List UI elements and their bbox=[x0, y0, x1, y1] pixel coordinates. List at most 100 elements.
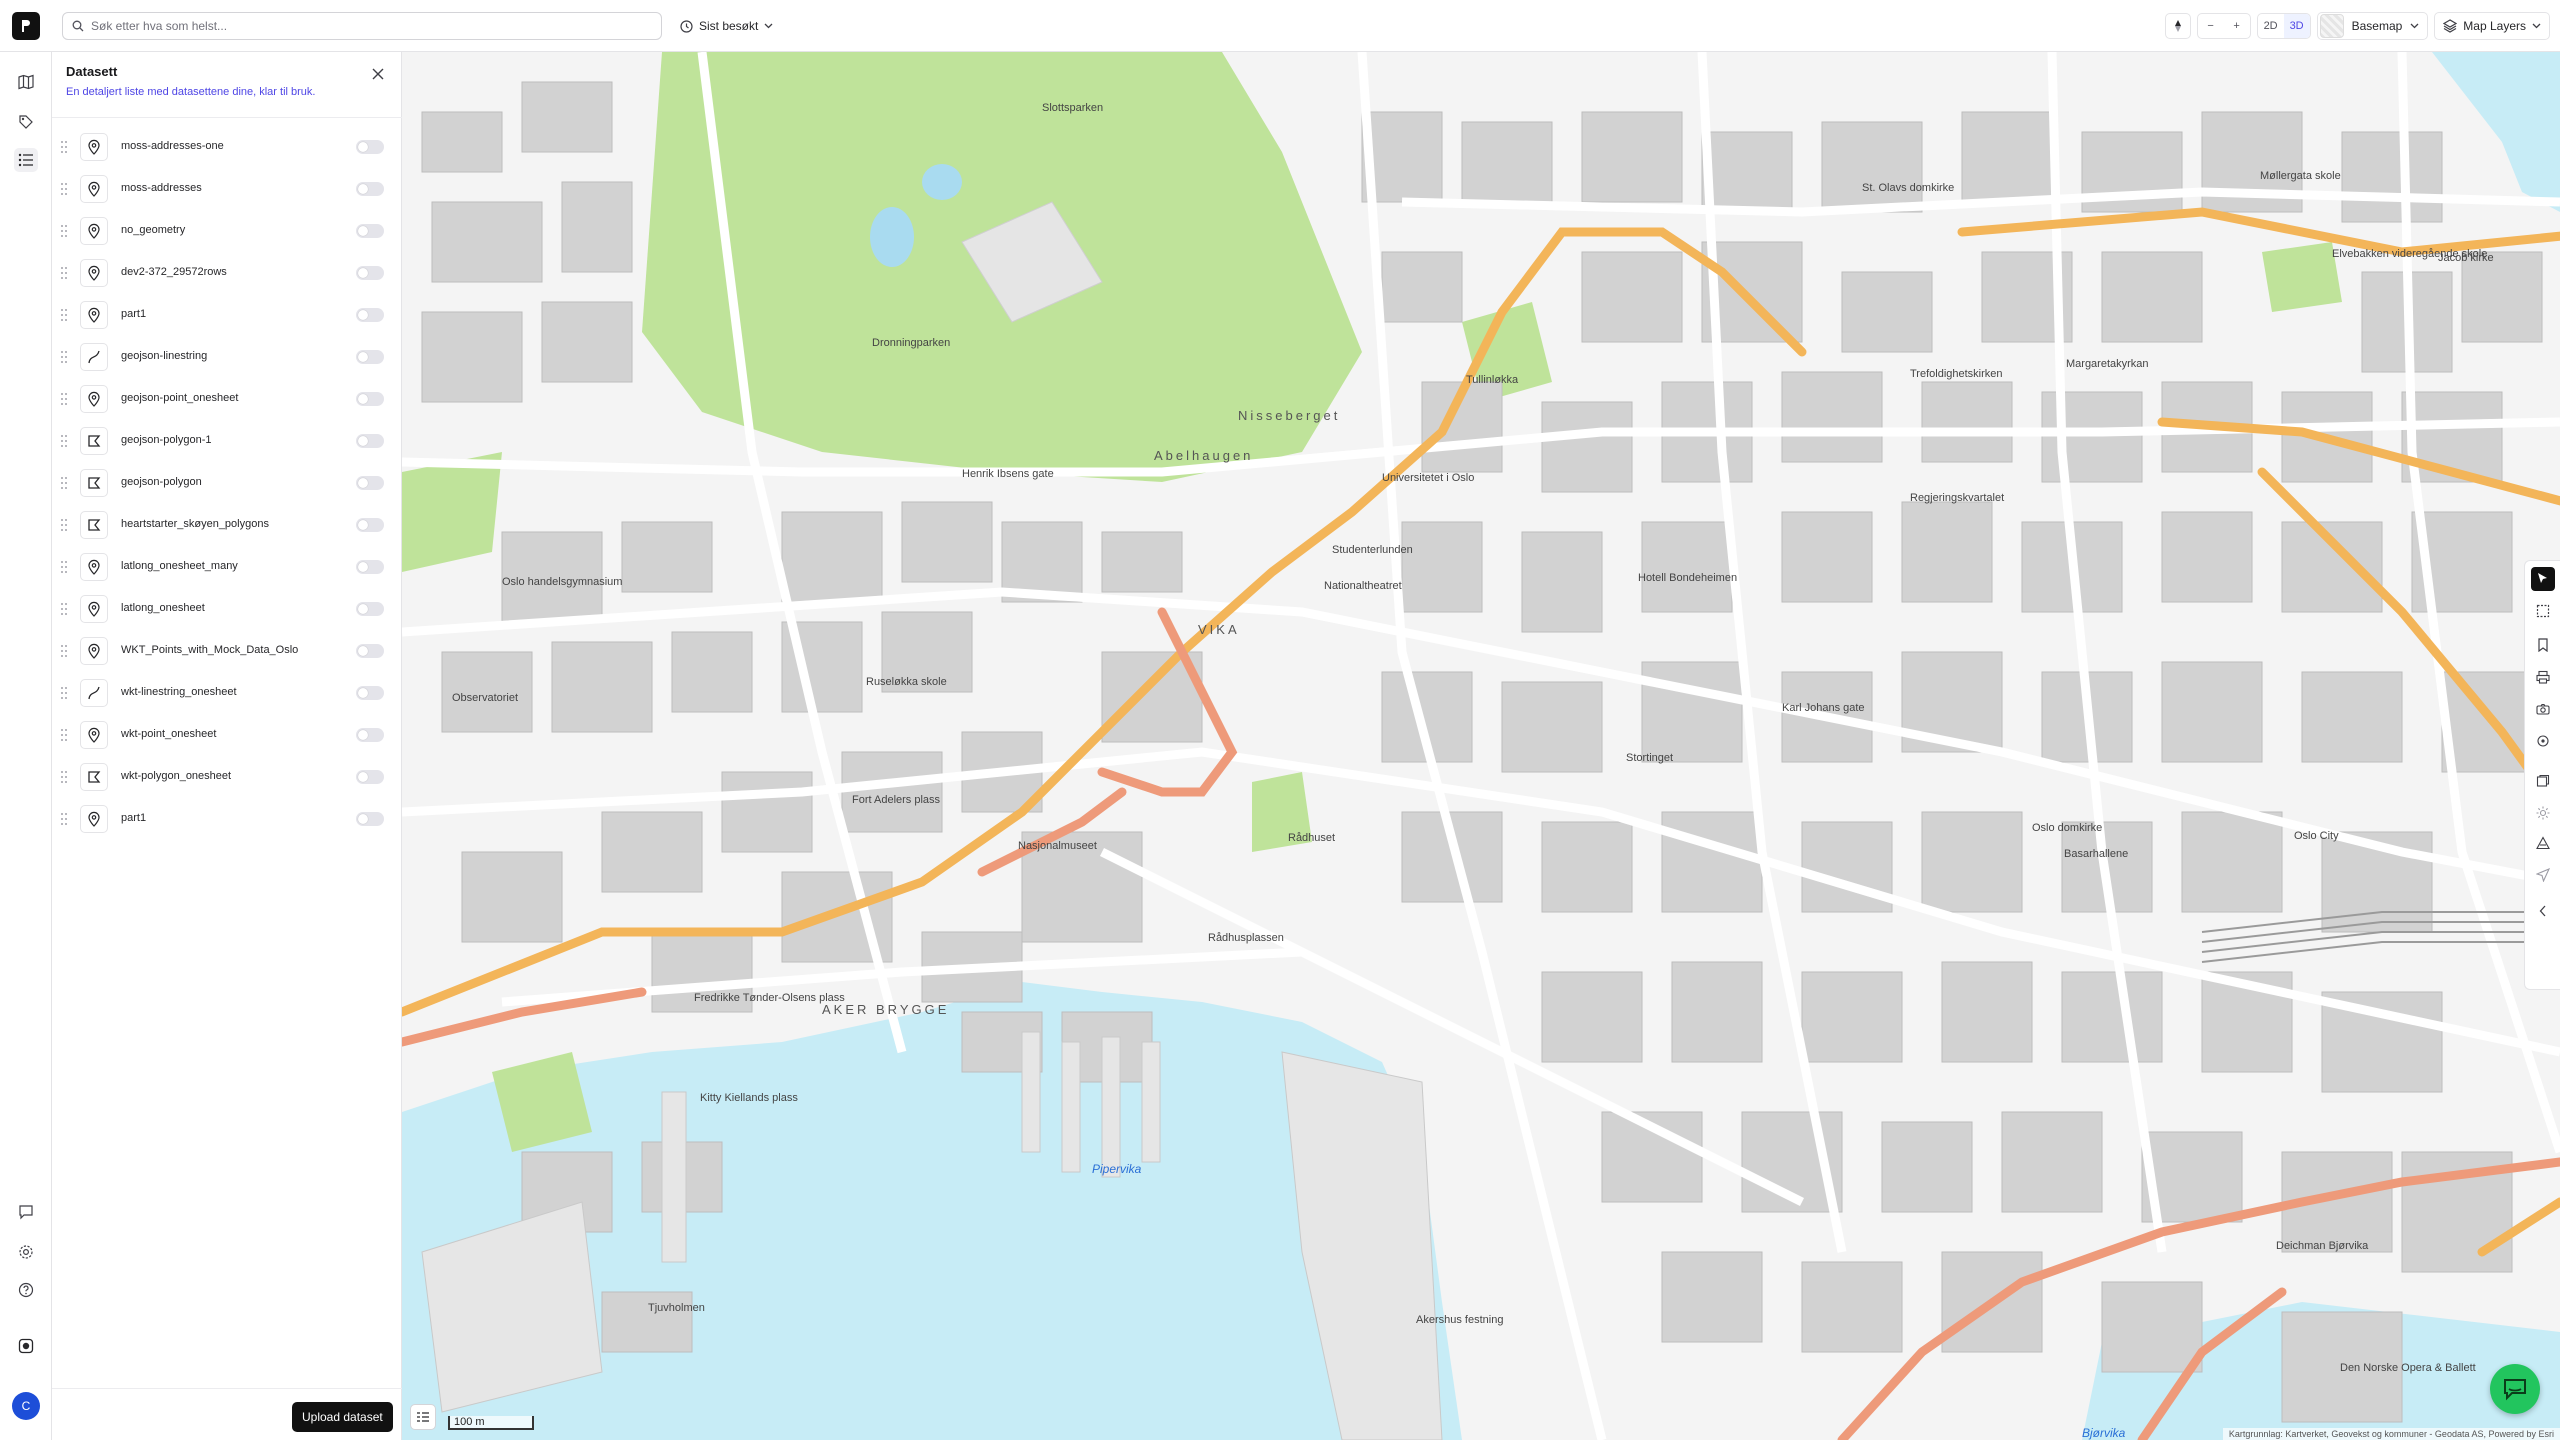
upload-dataset-button[interactable]: Upload dataset bbox=[292, 1402, 393, 1432]
basemap-dropdown[interactable]: Basemap bbox=[2316, 12, 2429, 40]
drag-handle-icon[interactable] bbox=[60, 728, 68, 742]
user-avatar[interactable]: C bbox=[12, 1392, 40, 1420]
map-layers-dropdown[interactable]: Map Layers bbox=[2434, 12, 2550, 40]
navigate-tool[interactable] bbox=[2531, 863, 2555, 887]
dataset-visibility-toggle[interactable] bbox=[356, 140, 384, 154]
chevron-down-icon bbox=[2410, 23, 2419, 29]
mode-2d-button[interactable]: 2D bbox=[2258, 14, 2284, 38]
map-label: Oslo handelsgymnasium bbox=[502, 576, 623, 588]
dataset-visibility-toggle[interactable] bbox=[356, 224, 384, 238]
drag-handle-icon[interactable] bbox=[60, 308, 68, 322]
print-tool[interactable] bbox=[2531, 665, 2555, 689]
dataset-row[interactable]: geojson-polygon bbox=[52, 462, 402, 504]
print-icon bbox=[2536, 670, 2550, 684]
dataset-row[interactable]: part1 bbox=[52, 798, 402, 840]
dataset-row[interactable]: latlong_onesheet bbox=[52, 588, 402, 630]
rail-datasets-button[interactable] bbox=[14, 148, 38, 172]
drag-handle-icon[interactable] bbox=[60, 224, 68, 238]
dataset-visibility-toggle[interactable] bbox=[356, 770, 384, 784]
rail-chat-button[interactable] bbox=[14, 1200, 38, 1224]
drag-handle-icon[interactable] bbox=[60, 770, 68, 784]
drag-handle-icon[interactable] bbox=[60, 560, 68, 574]
dataset-visibility-toggle[interactable] bbox=[356, 434, 384, 448]
dataset-row[interactable]: geojson-polygon-1 bbox=[52, 420, 402, 462]
drag-handle-icon[interactable] bbox=[60, 518, 68, 532]
dataset-visibility-toggle[interactable] bbox=[356, 392, 384, 406]
dataset-row[interactable]: moss-addresses bbox=[52, 168, 402, 210]
drag-handle-icon[interactable] bbox=[60, 266, 68, 280]
list-icon bbox=[18, 153, 33, 167]
drag-handle-icon[interactable] bbox=[60, 350, 68, 364]
bookmark-tool[interactable] bbox=[2531, 633, 2555, 657]
drag-handle-icon[interactable] bbox=[60, 476, 68, 490]
app-logo[interactable] bbox=[12, 12, 40, 40]
measure-tool[interactable] bbox=[2531, 831, 2555, 855]
dataset-visibility-toggle[interactable] bbox=[356, 518, 384, 532]
map-label: Margaretakyrkan bbox=[2066, 358, 2149, 370]
dataset-visibility-toggle[interactable] bbox=[356, 476, 384, 490]
drag-handle-icon[interactable] bbox=[60, 392, 68, 406]
dataset-row[interactable]: latlong_onesheet_many bbox=[52, 546, 402, 588]
dataset-row[interactable]: heartstarter_skøyen_polygons bbox=[52, 504, 402, 546]
rail-tags-button[interactable] bbox=[14, 110, 38, 134]
dataset-row[interactable]: wkt-linestring_onesheet bbox=[52, 672, 402, 714]
map-label: Basarhallene bbox=[2064, 848, 2129, 860]
dataset-name: latlong_onesheet_many bbox=[121, 560, 238, 572]
layer-info-tool[interactable] bbox=[2531, 769, 2555, 793]
rail-map-button[interactable] bbox=[14, 70, 38, 94]
dataset-visibility-toggle[interactable] bbox=[356, 350, 384, 364]
drag-handle-icon[interactable] bbox=[60, 434, 68, 448]
dataset-name: geojson-linestring bbox=[121, 350, 208, 362]
zoom-in-button[interactable]: + bbox=[2224, 14, 2250, 38]
map-view[interactable]: Slottsparken Dronningparken Nisseberget … bbox=[402, 52, 2560, 1440]
search-input[interactable] bbox=[91, 16, 651, 36]
map-label: Dronningparken bbox=[872, 337, 951, 349]
box-select-tool[interactable] bbox=[2531, 599, 2555, 623]
legend-button[interactable] bbox=[410, 1404, 436, 1430]
dataset-row[interactable]: wkt-point_onesheet bbox=[52, 714, 402, 756]
select-tool[interactable] bbox=[2531, 567, 2555, 591]
drag-handle-icon[interactable] bbox=[60, 812, 68, 826]
dataset-visibility-toggle[interactable] bbox=[356, 812, 384, 826]
point-icon bbox=[80, 595, 108, 623]
mode-3d-button[interactable]: 3D bbox=[2283, 14, 2310, 38]
search-box[interactable] bbox=[62, 12, 662, 40]
dataset-row[interactable]: dev2-372_29572rows bbox=[52, 252, 402, 294]
drag-handle-icon[interactable] bbox=[60, 182, 68, 196]
dataset-row[interactable]: part1 bbox=[52, 294, 402, 336]
dataset-visibility-toggle[interactable] bbox=[356, 644, 384, 658]
dataset-name: part1 bbox=[121, 812, 147, 824]
drag-handle-icon[interactable] bbox=[60, 686, 68, 700]
dataset-visibility-toggle[interactable] bbox=[356, 560, 384, 574]
dataset-row[interactable]: wkt-polygon_onesheet bbox=[52, 756, 402, 798]
dataset-visibility-toggle[interactable] bbox=[356, 686, 384, 700]
dataset-visibility-toggle[interactable] bbox=[356, 308, 384, 322]
support-chat-button[interactable] bbox=[2490, 1364, 2540, 1414]
screenshot-tool[interactable] bbox=[2531, 697, 2555, 721]
dataset-name: geojson-polygon-1 bbox=[121, 434, 212, 446]
dataset-visibility-toggle[interactable] bbox=[356, 266, 384, 280]
dataset-row[interactable]: WKT_Points_with_Mock_Data_Oslo bbox=[52, 630, 402, 672]
location-tool[interactable] bbox=[2531, 729, 2555, 753]
sun-tool[interactable] bbox=[2531, 801, 2555, 825]
recent-dropdown[interactable]: Sist besøkt bbox=[676, 12, 777, 40]
dataset-row[interactable]: moss-addresses-one bbox=[52, 126, 402, 168]
dataset-visibility-toggle[interactable] bbox=[356, 602, 384, 616]
drag-handle-icon[interactable] bbox=[60, 140, 68, 154]
rail-record-button[interactable] bbox=[14, 1334, 38, 1358]
close-panel-button[interactable] bbox=[369, 65, 387, 83]
dataset-row[interactable]: no_geometry bbox=[52, 210, 402, 252]
dataset-row[interactable]: geojson-point_onesheet bbox=[52, 378, 402, 420]
drag-handle-icon[interactable] bbox=[60, 602, 68, 616]
zoom-out-button[interactable]: − bbox=[2198, 14, 2224, 38]
compass-button[interactable] bbox=[2164, 13, 2191, 39]
rail-help-button[interactable] bbox=[14, 1278, 38, 1302]
collapse-tools-button[interactable] bbox=[2531, 899, 2555, 923]
map-label: Nationaltheatret bbox=[1324, 580, 1402, 592]
dataset-visibility-toggle[interactable] bbox=[356, 182, 384, 196]
dataset-visibility-toggle[interactable] bbox=[356, 728, 384, 742]
dataset-row[interactable]: geojson-linestring bbox=[52, 336, 402, 378]
rail-settings-button[interactable] bbox=[14, 1240, 38, 1264]
polygon-icon bbox=[80, 427, 108, 455]
drag-handle-icon[interactable] bbox=[60, 644, 68, 658]
